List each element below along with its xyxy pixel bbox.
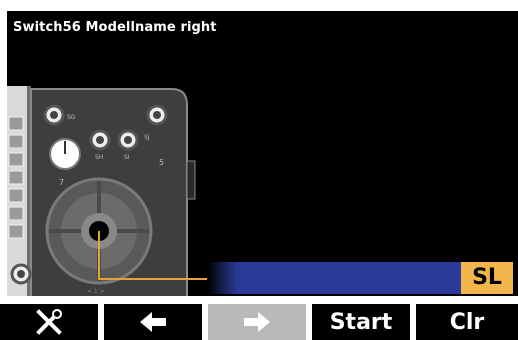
clear-button[interactable]: Clr: [416, 304, 518, 340]
switch-se: [10, 263, 32, 285]
arrow-left-icon: [140, 312, 166, 332]
channel-label: SL: [461, 262, 513, 294]
svg-text:7: 7: [59, 178, 64, 187]
left-panel-items: [8, 116, 24, 239]
svg-text:SI: SI: [124, 154, 130, 161]
tools-button[interactable]: [0, 304, 98, 340]
bottom-toolbar: Start Clr: [0, 296, 518, 340]
start-button[interactable]: Start: [312, 304, 410, 340]
bottom-mark: < 1 >: [87, 288, 105, 295]
next-button[interactable]: [208, 304, 306, 340]
channel-bar-fill: [207, 262, 461, 294]
switch-sj: [146, 104, 168, 126]
svg-text:SH: SH: [95, 154, 103, 161]
wrench-screwdriver-icon: [36, 309, 62, 335]
display-screen: Switch56 Modellname right SG SH SI SJ 7 …: [7, 11, 518, 340]
previous-button[interactable]: [104, 304, 202, 340]
svg-text:SG: SG: [67, 114, 76, 121]
svg-text:SJ: SJ: [144, 134, 150, 141]
arrow-right-icon: [244, 312, 270, 332]
side-number: 5: [159, 158, 164, 167]
